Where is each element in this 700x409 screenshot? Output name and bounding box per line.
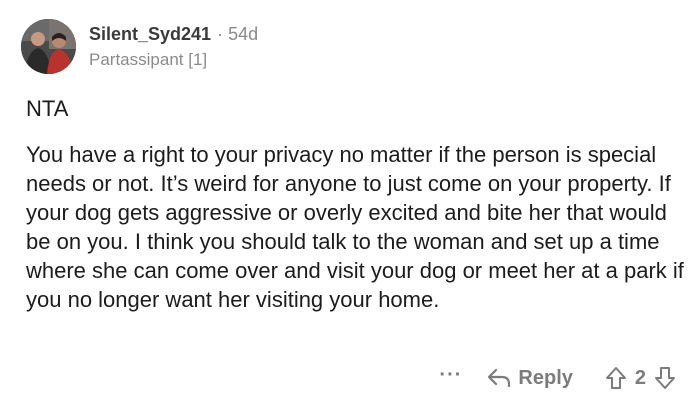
upvote-arrow-icon [605,367,626,389]
reply-arrow-icon [488,368,511,388]
avatar-image [21,19,76,74]
username-link[interactable]: Silent_Syd241 [89,24,211,44]
reply-label: Reply [518,366,573,389]
downvote-button[interactable] [654,366,676,390]
more-options-button[interactable]: ··· [439,365,462,391]
comment-paragraph: You have a right to your privacy no matt… [26,142,684,312]
vote-controls: 2 [605,366,676,390]
vote-score: 2 [634,366,646,389]
comment-age: 54d [228,24,259,44]
downvote-arrow-icon [655,367,675,389]
comment-actions: ··· Reply 2 [439,362,676,394]
avatar[interactable] [21,19,76,74]
comment-card: Silent_Syd241 · 54d Partassipant [1] NTA Y… [0,0,700,409]
author-line: Silent_Syd241 · 54d [89,22,258,46]
comment-verdict: NTA [26,96,69,121]
comment-body: NTA You have a right to your privacy no … [26,94,686,314]
meta-separator: · [217,24,224,44]
comment-meta: Silent_Syd241 · 54d Partassipant [1] [89,22,258,71]
reply-button[interactable]: Reply [486,366,573,390]
upvote-button[interactable] [605,366,627,390]
user-flair: Partassipant [1] [89,50,208,69]
